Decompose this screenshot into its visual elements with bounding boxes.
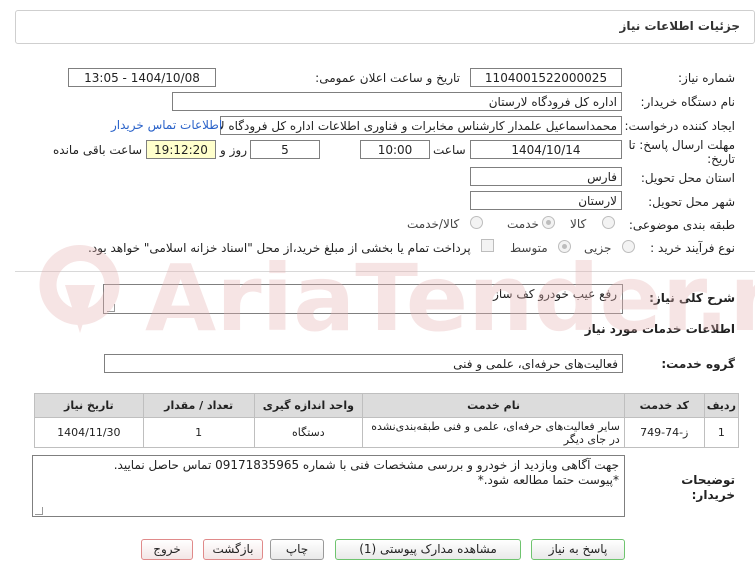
back-button[interactable]: بازگشت <box>203 539 263 560</box>
process-label: نوع فرآیند خرید : <box>650 241 735 255</box>
services-table: ردیف کد خدمت نام خدمت واحد اندازه گیری ت… <box>34 393 740 448</box>
process-radio-minor[interactable] <box>622 240 635 253</box>
remaining-time-label: ساعت باقی مانده <box>53 143 143 157</box>
treasury-checkbox[interactable] <box>481 239 494 252</box>
cell-need-date: 1404/11/30 <box>34 417 144 448</box>
category-radio-goods-service[interactable] <box>470 216 483 229</box>
buyer-org-label: نام دستگاه خریدار: <box>640 95 736 109</box>
cell-unit: دستگاه <box>253 417 364 448</box>
deadline-label: مهلت ارسال پاسخ: تا <box>628 138 735 152</box>
table-row: 1 ز-74-749 سایر فعالیت‌های حرفه‌ای، علمی… <box>34 417 740 448</box>
respond-button[interactable]: پاسخ به نیاز <box>531 539 625 560</box>
cell-row-number: 1 <box>703 417 740 448</box>
notes-label: توضیحات <box>681 473 735 487</box>
resize-grip-icon[interactable] <box>107 304 115 312</box>
process-option-medium: متوسط <box>510 241 548 255</box>
notes-label-buyer: خریدار: <box>691 488 735 502</box>
creator-field[interactable]: محمداسماعیل علمدار کارشناس مخابرات و فنا… <box>220 116 622 135</box>
payment-note: پرداخت تمام یا بخشی از مبلغ خرید،از محل … <box>88 241 471 255</box>
days-field[interactable]: 5 <box>250 140 320 159</box>
col-header-quantity: تعداد / مقدار <box>142 393 255 418</box>
process-option-minor: جزیی <box>584 241 612 255</box>
need-number-field[interactable]: 1104001522000025 <box>470 68 622 87</box>
section-divider <box>15 271 755 272</box>
announce-label: تاریخ و ساعت اعلان عمومی: <box>315 71 460 85</box>
summary-textarea[interactable]: رفع عیب خودرو کف ساز <box>103 284 623 314</box>
deadline-label-date: تاریخ: <box>707 152 735 166</box>
services-section-title: اطلاعات خدمات مورد نیاز <box>584 322 735 336</box>
watermark-pin-icon <box>65 285 95 333</box>
category-option-goods-service: کالا/خدمت <box>407 217 460 231</box>
notes-textarea[interactable]: جهت آگاهی وبازدید از خودرو و بررسی مشخصا… <box>32 455 625 517</box>
cell-service-code: ز-74-749 <box>623 417 705 448</box>
process-radio-medium[interactable] <box>558 240 571 253</box>
col-header-service-code: کد خدمت <box>623 393 705 418</box>
service-group-label: گروه خدمت: <box>661 357 735 371</box>
view-attachments-button[interactable]: مشاهده مدارک پیوستی (1) <box>335 539 521 560</box>
header-bar: جزئیات اطلاعات نیاز <box>15 10 755 44</box>
col-header-service-name: نام خدمت <box>362 393 625 418</box>
deadline-time-label: ساعت <box>433 143 466 157</box>
announce-field[interactable]: 1404/10/08 - 13:05 <box>68 68 216 87</box>
city-label: شهر محل تحویل: <box>648 195 735 209</box>
province-label: استان محل تحویل: <box>640 171 735 185</box>
service-group-field[interactable]: فعالیت‌های حرفه‌ای، علمی و فنی <box>104 354 623 373</box>
table-header-row: ردیف کد خدمت نام خدمت واحد اندازه گیری ت… <box>34 393 740 418</box>
col-header-unit: واحد اندازه گیری <box>253 393 364 418</box>
deadline-time-field[interactable]: 10:00 <box>360 140 430 159</box>
summary-label: شرح کلی نیاز: <box>649 291 735 305</box>
need-number-label: شماره نیاز: <box>678 71 735 85</box>
notes-resize-grip-icon[interactable] <box>35 507 43 515</box>
page-title: جزئیات اطلاعات نیاز <box>619 19 740 33</box>
category-option-goods: کالا <box>570 217 587 231</box>
category-option-service: خدمت <box>507 217 539 231</box>
category-label: طبقه بندی موضوعی: <box>628 218 735 232</box>
exit-button[interactable]: خروج <box>141 539 193 560</box>
notes-line-1: جهت آگاهی وبازدید از خودرو و بررسی مشخصا… <box>113 458 619 472</box>
cell-quantity: 1 <box>142 417 255 448</box>
col-header-row-number: ردیف <box>703 393 740 418</box>
remaining-time-field: 19:12:20 <box>146 140 216 159</box>
category-radio-service[interactable] <box>542 216 555 229</box>
category-radio-goods[interactable] <box>602 216 615 229</box>
creator-label: ایجاد کننده درخواست: <box>624 119 735 133</box>
notes-line-2: *پیوست حتما مطالعه شود.* <box>477 473 619 487</box>
city-field[interactable]: لارستان <box>470 191 622 210</box>
summary-text: رفع عیب خودرو کف ساز <box>493 287 617 301</box>
deadline-date-field[interactable]: 1404/10/14 <box>470 140 622 159</box>
province-field[interactable]: فارس <box>470 167 622 186</box>
col-header-need-date: تاریخ نیاز <box>34 393 144 418</box>
days-and-label: روز و <box>220 143 247 157</box>
print-button[interactable]: چاپ <box>270 539 324 560</box>
cell-service-name: سایر فعالیت‌های حرفه‌ای، علمی و فنی طبقه… <box>362 417 625 448</box>
buyer-org-field[interactable]: اداره کل فرودگاه لارستان <box>172 92 622 111</box>
contact-buyer-link[interactable]: اطلاعات تماس خریدار <box>111 118 222 132</box>
